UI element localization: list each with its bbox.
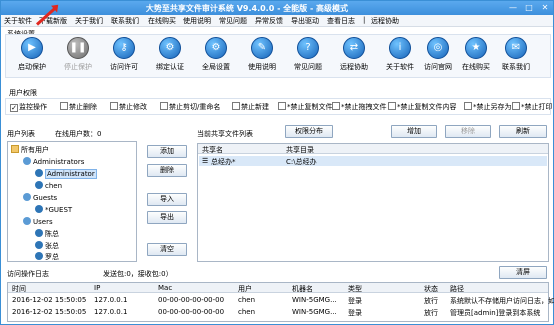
col-share-name: 共享名 <box>202 146 223 154</box>
title-bar: 大势至共享文件审计系统 V9.4.0.0 - 全能版 - 高级模式 — □ ✕ <box>1 1 553 15</box>
menu-buy-online[interactable]: 在线购买 <box>148 16 176 26</box>
toolbar: ▶ 启动保护 ❚❚ 停止保护 ⚷ 访问许可 ⚙ 绑定认证 ⚙ 全局设置 ✎ 使用说明 ? 常见… <box>5 34 551 78</box>
perm-no-save-as-checkbox[interactable]: *禁止另存为 <box>464 102 512 112</box>
col-path: 路径 <box>450 285 464 293</box>
bind-auth-button[interactable]: ⚙ 绑定认证 <box>150 37 190 72</box>
remove-share-button[interactable]: 移除 <box>445 125 491 138</box>
maximize-icon[interactable]: □ <box>521 2 537 13</box>
perm-monitor-checkbox[interactable]: ✓ 监控操作 <box>10 102 47 112</box>
remote-icon: ⇄ <box>343 37 365 59</box>
access-log-label: 访问操作日志 <box>7 270 49 278</box>
col-mac: Mac <box>158 284 173 292</box>
clear-log-button[interactable]: 清屏 <box>499 266 547 279</box>
delete-user-button[interactable]: 删除 <box>147 164 187 177</box>
access-log-header: 时间 IP Mac 用户 机器名 类型 状态 路径 <box>8 283 548 293</box>
perm-no-copy-file-checkbox[interactable]: *禁止复制文件 <box>278 102 333 112</box>
contact-icon: ✉ <box>505 37 527 59</box>
user-list-label: 用户列表 <box>7 130 35 138</box>
menu-about-us[interactable]: 关于我们 <box>75 16 103 26</box>
menu-feedback[interactable]: 异常反馈 <box>255 16 283 26</box>
table-row[interactable]: 2016-12-02 15:50:05 127.0.0.1 00-00-00-0… <box>8 295 554 306</box>
menu-manual[interactable]: 使用说明 <box>183 16 211 26</box>
add-share-button[interactable]: 增加 <box>391 125 437 138</box>
perm-no-drag-file-checkbox[interactable]: *禁止拖拽文件 <box>332 102 387 112</box>
tree-node-guest[interactable]: *GUEST <box>35 205 72 214</box>
clear-users-button[interactable]: 清空 <box>147 243 187 256</box>
start-protect-button[interactable]: ▶ 启动保护 <box>12 37 52 72</box>
bind-icon: ⚙ <box>159 37 181 59</box>
add-user-button[interactable]: 添加 <box>147 145 187 158</box>
table-row[interactable]: 2016-12-02 15:50:05 127.0.0.1 00-00-00-0… <box>8 307 548 318</box>
permission-distribution-button[interactable]: 权限分布 <box>285 125 333 138</box>
menu-bar: 关于软件 下载新版 关于我们 联系我们 在线购买 使用说明 常见问题 异常反馈 … <box>1 15 553 27</box>
app-window: 大势至共享文件审计系统 V9.4.0.0 - 全能版 - 高级模式 — □ ✕ … <box>0 0 554 325</box>
play-icon: ▶ <box>21 37 43 59</box>
faq-button[interactable]: ? 常见问题 <box>288 37 328 72</box>
tree-node-users[interactable]: Users <box>23 217 53 226</box>
menu-about-software[interactable]: 关于软件 <box>4 16 32 26</box>
perm-no-print-checkbox[interactable]: *禁止打印 <box>512 102 553 112</box>
manual-button[interactable]: ✎ 使用说明 <box>242 37 282 72</box>
global-settings-button[interactable]: ⚙ 全局设置 <box>196 37 236 72</box>
settings-icon: ⚙ <box>205 37 227 59</box>
book-icon: ✎ <box>251 37 273 59</box>
import-button[interactable]: 导入 <box>147 193 187 206</box>
col-ip: IP <box>94 284 101 292</box>
shared-files-header: 共享名 共享目录 <box>198 144 548 154</box>
table-row[interactable]: ☰ 总经办* C:\总经办 <box>199 156 547 166</box>
perm-no-delete-checkbox[interactable]: 禁止删除 <box>60 102 97 112</box>
user-tree: 所有用户 Administrators Administrator chen G… <box>7 141 137 262</box>
tree-node-luo-zong[interactable]: 罗总 <box>35 252 59 262</box>
tree-node-zhang-zong[interactable]: 张总 <box>35 241 59 251</box>
visit-website-button[interactable]: ◎ 访问官网 <box>418 37 458 72</box>
packet-stats: 发送包:0，接收包:0） <box>103 270 173 278</box>
window-title: 大势至共享文件审计系统 V9.4.0.0 - 全能版 - 高级模式 <box>145 4 349 13</box>
minimize-icon[interactable]: — <box>505 2 521 13</box>
stop-protect-button[interactable]: ❚❚ 停止保护 <box>58 37 98 72</box>
contact-us-button[interactable]: ✉ 联系我们 <box>496 37 536 72</box>
cart-icon: ★ <box>465 37 487 59</box>
shared-files-label: 当前共享文件列表 <box>197 130 253 138</box>
menu-separator: | <box>363 16 366 24</box>
perm-no-modify-checkbox[interactable]: 禁止修改 <box>110 102 147 112</box>
close-icon[interactable]: ✕ <box>537 2 553 13</box>
tree-node-administrators[interactable]: Administrators <box>23 157 84 166</box>
buy-online-button[interactable]: ★ 在线购买 <box>456 37 496 72</box>
menu-faq[interactable]: 常见问题 <box>219 16 247 26</box>
access-permission-button[interactable]: ⚷ 访问许可 <box>104 37 144 72</box>
export-button[interactable]: 导出 <box>147 211 187 224</box>
menu-contact[interactable]: 联系我们 <box>111 16 139 26</box>
folder-icon: ☰ <box>202 157 209 165</box>
perm-no-copy-content-checkbox[interactable]: *禁止复制文件内容 <box>388 102 457 112</box>
refresh-button[interactable]: 刷新 <box>499 125 547 138</box>
col-status: 状态 <box>424 285 438 293</box>
permissions-panel: ✓ 监控操作 禁止删除 禁止修改 禁止剪切/重命名 禁止新建 *禁止复制文件 *禁… <box>5 98 553 115</box>
shared-files-table: 共享名 共享目录 ☰ 总经办* C:\总经办 <box>197 143 549 262</box>
about-icon: i <box>389 37 411 59</box>
remote-help-button[interactable]: ⇄ 远程协助 <box>334 37 374 72</box>
col-user: 用户 <box>238 285 252 293</box>
col-type: 类型 <box>348 285 362 293</box>
about-software-button[interactable]: i 关于软件 <box>380 37 420 72</box>
perm-no-create-checkbox[interactable]: 禁止新建 <box>232 102 269 112</box>
key-icon: ⚷ <box>113 37 135 59</box>
online-user-count: 在线用户数：0 <box>55 130 102 138</box>
tree-node-chen[interactable]: chen <box>35 181 62 190</box>
question-icon: ? <box>297 37 319 59</box>
col-machine: 机器名 <box>292 285 313 293</box>
permissions-label: 用户权限 <box>9 89 37 97</box>
globe-icon: ◎ <box>427 37 449 59</box>
col-share-dir: 共享目录 <box>286 146 314 154</box>
access-log-table: 时间 IP Mac 用户 机器名 类型 状态 路径 2016-12-02 15:… <box>7 282 554 322</box>
tree-node-all-users[interactable]: 所有用户 <box>11 145 49 155</box>
perm-no-cut-rename-checkbox[interactable]: 禁止剪切/重命名 <box>160 102 220 112</box>
menu-view-log[interactable]: 查看日志 <box>327 16 355 26</box>
tree-node-guests[interactable]: Guests <box>23 193 57 202</box>
tree-node-administrator[interactable]: Administrator <box>35 169 97 179</box>
pause-icon: ❚❚ <box>67 37 89 59</box>
tree-node-chen-zong[interactable]: 陈总 <box>35 229 59 239</box>
menu-remote-help[interactable]: 远程协助 <box>371 16 399 26</box>
col-time: 时间 <box>12 285 26 293</box>
menu-export-driver[interactable]: 导出驱动 <box>291 16 319 26</box>
